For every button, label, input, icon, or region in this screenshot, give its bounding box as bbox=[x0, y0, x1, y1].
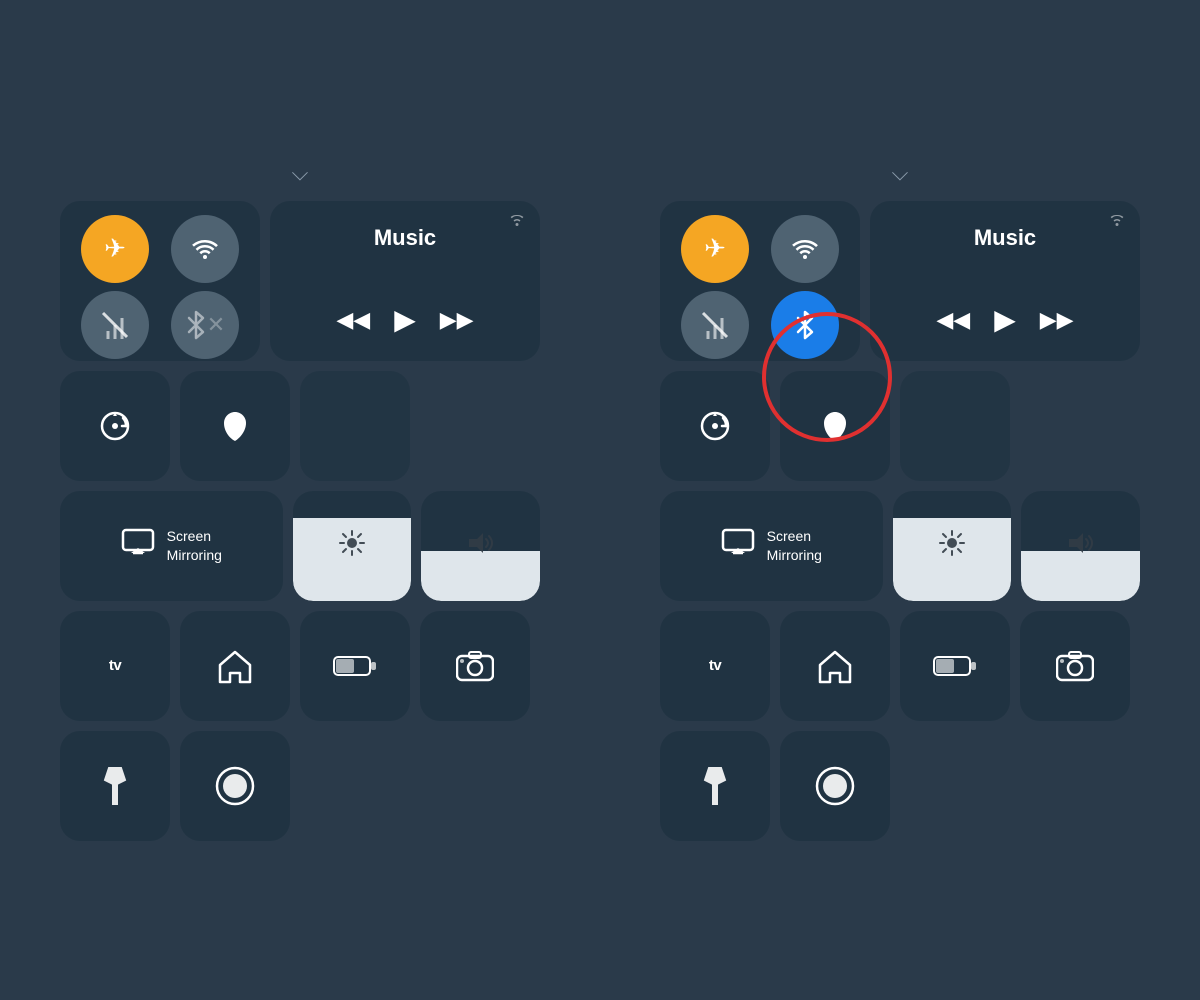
music-wifi-icon-left bbox=[508, 213, 526, 232]
screen-mirror-button-left[interactable]: ScreenMirroring bbox=[60, 491, 283, 601]
row-mirror-left: ScreenMirroring bbox=[60, 491, 540, 601]
connectivity-tile-right: ✈ bbox=[660, 201, 860, 361]
row-apps-left: tv bbox=[60, 611, 540, 721]
cellular-button-right[interactable] bbox=[681, 291, 749, 359]
wifi-button-left[interactable] bbox=[171, 215, 239, 283]
control-center-right: ✈ bbox=[660, 140, 1140, 861]
placeholder-util-right bbox=[900, 371, 1010, 481]
row-apps-right: tv bbox=[660, 611, 1140, 721]
brightness-slider-right[interactable] bbox=[893, 491, 1012, 601]
volume-slider-left[interactable] bbox=[421, 491, 540, 601]
music-controls-left: ◀◀ ▶ ▶▶ bbox=[288, 303, 522, 347]
camera-button-left[interactable] bbox=[420, 611, 530, 721]
prev-button-right[interactable]: ◀◀ bbox=[936, 307, 970, 333]
row-bottom-left bbox=[60, 731, 540, 841]
cellular-button-left[interactable] bbox=[81, 291, 149, 359]
screen-mirror-icon-left bbox=[121, 528, 155, 564]
placeholder-util-left bbox=[300, 371, 410, 481]
music-tile-left: Music ◀◀ ▶ ▶▶ bbox=[270, 201, 540, 361]
home-button-right[interactable] bbox=[780, 611, 890, 721]
bluetooth-button-right[interactable] bbox=[771, 291, 839, 359]
next-button-left[interactable]: ▶▶ bbox=[440, 307, 474, 333]
rotation-lock-button-left[interactable] bbox=[60, 371, 170, 481]
row-top-right: ✈ bbox=[660, 201, 1140, 361]
camera-button-right[interactable] bbox=[1020, 611, 1130, 721]
rotation-lock-button-right[interactable] bbox=[660, 371, 770, 481]
row-utils-left bbox=[60, 371, 540, 481]
row-utils-right bbox=[660, 371, 1140, 481]
apple-tv-button-left[interactable]: tv bbox=[60, 611, 170, 721]
play-button-right[interactable]: ▶ bbox=[994, 303, 1016, 337]
music-wifi-icon-right bbox=[1108, 213, 1126, 232]
connectivity-tile-left: ✈ bbox=[60, 201, 260, 361]
prev-button-left[interactable]: ◀◀ bbox=[336, 307, 370, 333]
screen-mirror-label-left: ScreenMirroring bbox=[167, 527, 222, 563]
volume-icon-left bbox=[467, 531, 495, 561]
home-button-left[interactable] bbox=[180, 611, 290, 721]
music-title-right: Music bbox=[888, 215, 1122, 251]
battery-button-right[interactable] bbox=[900, 611, 1010, 721]
brightness-slider-left[interactable] bbox=[293, 491, 412, 601]
battery-button-left[interactable] bbox=[300, 611, 410, 721]
volume-slider-right[interactable] bbox=[1021, 491, 1140, 601]
volume-icon-right bbox=[1067, 531, 1095, 561]
bluetooth-button-left[interactable]: ✕ bbox=[171, 291, 239, 359]
right-panel: ✈ bbox=[600, 0, 1200, 1000]
airplane-mode-button-left[interactable]: ✈ bbox=[81, 215, 149, 283]
music-controls-right: ◀◀ ▶ ▶▶ bbox=[888, 303, 1122, 347]
screen-record-button-right[interactable] bbox=[780, 731, 890, 841]
row-mirror-right: ScreenMirroring bbox=[660, 491, 1140, 601]
screen-record-button-left[interactable] bbox=[180, 731, 290, 841]
row-bottom-right bbox=[660, 731, 1140, 841]
control-center-left: ✈ bbox=[60, 140, 540, 861]
next-button-right[interactable]: ▶▶ bbox=[1040, 307, 1074, 333]
brightness-icon-right bbox=[939, 530, 965, 562]
screen-mirror-label-right: ScreenMirroring bbox=[767, 527, 822, 563]
do-not-disturb-button-right[interactable] bbox=[780, 371, 890, 481]
left-panel: ✈ bbox=[0, 0, 600, 1000]
row-top-left: ✈ bbox=[60, 201, 540, 361]
wifi-button-right[interactable] bbox=[771, 215, 839, 283]
screen-mirror-icon-right bbox=[721, 528, 755, 564]
play-button-left[interactable]: ▶ bbox=[394, 303, 416, 337]
appletv-label-right: tv bbox=[709, 657, 721, 674]
appletv-label-left: tv bbox=[109, 657, 121, 674]
flashlight-button-right[interactable] bbox=[660, 731, 770, 841]
handle-left bbox=[60, 160, 540, 186]
brightness-icon-left bbox=[339, 530, 365, 562]
handle-right bbox=[660, 160, 1140, 186]
do-not-disturb-button-left[interactable] bbox=[180, 371, 290, 481]
apple-tv-button-right[interactable]: tv bbox=[660, 611, 770, 721]
screen-mirror-button-right[interactable]: ScreenMirroring bbox=[660, 491, 883, 601]
music-tile-right: Music ◀◀ ▶ ▶▶ bbox=[870, 201, 1140, 361]
music-title-left: Music bbox=[288, 215, 522, 251]
airplane-mode-button-right[interactable]: ✈ bbox=[681, 215, 749, 283]
flashlight-button-left[interactable] bbox=[60, 731, 170, 841]
